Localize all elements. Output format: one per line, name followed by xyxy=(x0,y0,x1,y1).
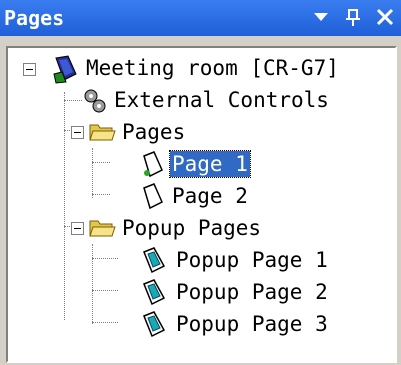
tree-node-label: Popup Page 2 xyxy=(176,280,328,304)
tree-node-popup-page-3[interactable]: Popup Page 3 xyxy=(8,310,388,338)
tree-node-popup-pages-folder[interactable]: Popup Pages xyxy=(8,214,388,242)
page-icon xyxy=(140,150,166,182)
tree-node-label: Page 1 xyxy=(169,150,251,178)
folder-open-icon xyxy=(88,120,116,148)
panel-device-icon xyxy=(52,54,80,88)
tree-node-external-controls[interactable]: External Controls xyxy=(8,86,388,114)
tree-node-page-2[interactable]: Page 2 xyxy=(8,182,388,210)
tree-node-label: Page 2 xyxy=(172,184,248,208)
pages-panel: Pages Meeting room [CR-G7] External Cont… xyxy=(0,0,401,365)
page-icon xyxy=(140,182,166,214)
collapse-popup-pages-toggle[interactable] xyxy=(71,222,84,235)
panel-title: Pages xyxy=(4,6,65,30)
tree-node-root[interactable]: Meeting room [CR-G7] xyxy=(8,54,388,84)
tree-node-label: Popup Page 3 xyxy=(176,312,328,336)
close-icon[interactable] xyxy=(372,4,398,30)
tree-node-label: Popup Pages xyxy=(122,216,262,240)
dropdown-arrow-icon[interactable] xyxy=(308,4,334,30)
popup-page-icon xyxy=(140,278,168,310)
tree-node-label: Meeting room [CR-G7] xyxy=(86,56,339,80)
tree-node-label: External Controls xyxy=(114,88,329,112)
folder-open-icon xyxy=(88,216,116,244)
tree-node-popup-page-2[interactable]: Popup Page 2 xyxy=(8,278,388,306)
tree-node-pages-folder[interactable]: Pages xyxy=(8,118,388,146)
tree-node-page-1[interactable]: Page 1 xyxy=(8,150,388,178)
tree-node-label: Pages xyxy=(122,120,186,144)
pin-icon[interactable] xyxy=(340,4,366,30)
tree-node-popup-page-1[interactable]: Popup Page 1 xyxy=(8,246,388,274)
pages-tree[interactable]: Meeting room [CR-G7] External Controls P… xyxy=(6,46,397,363)
panel-title-bar: Pages xyxy=(0,0,401,36)
popup-page-icon xyxy=(140,310,168,342)
popup-page-icon xyxy=(140,246,168,278)
tree-node-label: Popup Page 1 xyxy=(176,248,328,272)
collapse-root-toggle[interactable] xyxy=(23,63,36,76)
collapse-pages-toggle[interactable] xyxy=(71,126,84,139)
gears-icon xyxy=(82,88,108,118)
